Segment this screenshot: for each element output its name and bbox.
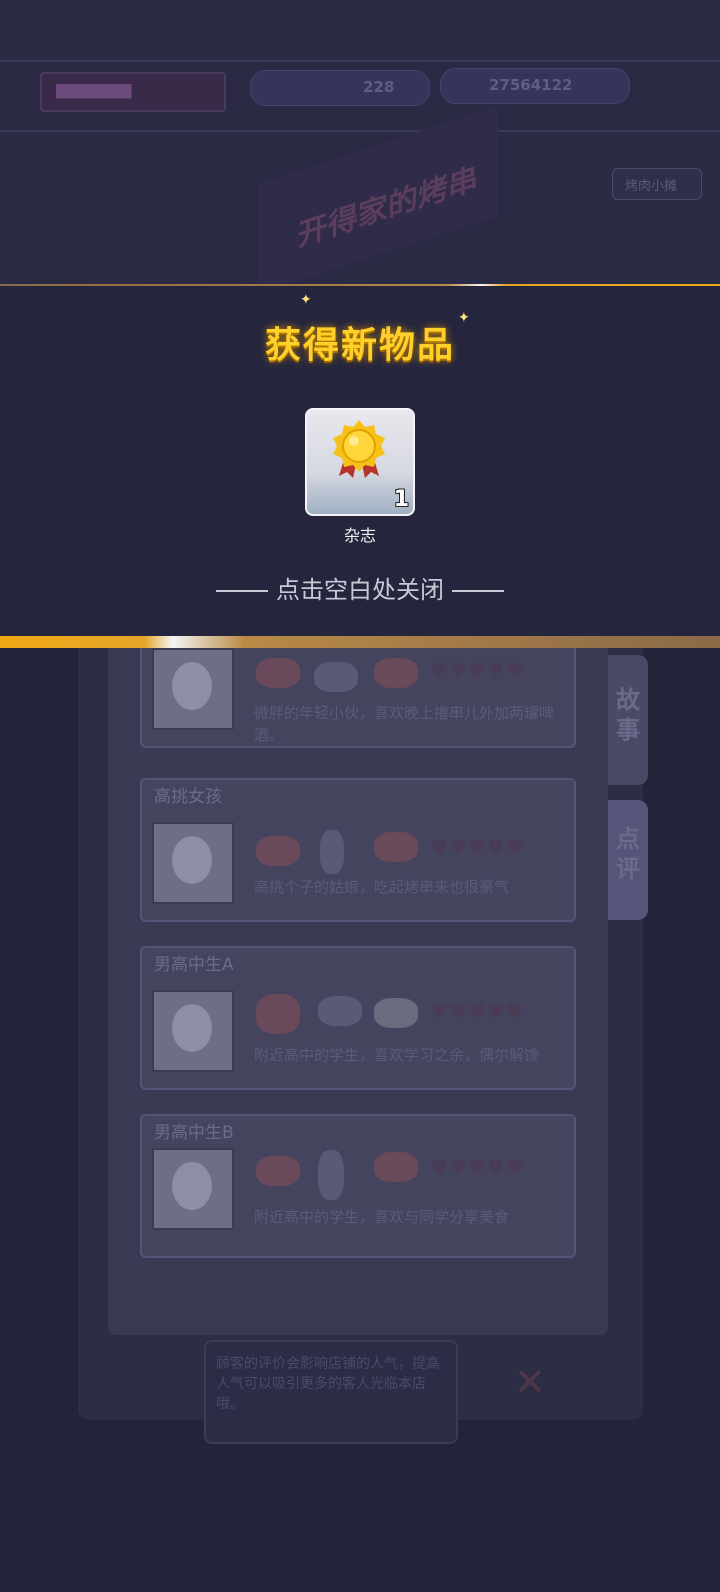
customer-description: 高挑个子的姑娘，吃起烤串来也很豪气	[254, 878, 510, 896]
reward-popup[interactable]: ✦ ✦ 获得新物品 1 杂志 点击空白处关闭	[0, 286, 720, 642]
customer-card[interactable]: 男高中生A ♥♥♥♥♥ 附近高中的学生，喜欢学习之余，偶尔解馋	[140, 946, 576, 1090]
food-icon	[374, 832, 418, 862]
reward-item-slot[interactable]: 1	[305, 408, 415, 516]
shop-name-badge: ▇▇▇▇▇▇▇	[40, 72, 226, 112]
avatar	[152, 1148, 234, 1230]
food-icon	[256, 658, 300, 688]
rating-hearts: ♥♥♥♥♥	[430, 658, 525, 682]
food-icon	[314, 662, 358, 692]
food-icon	[256, 994, 300, 1034]
food-icon	[320, 830, 344, 874]
sparkle-icon: ✦	[300, 292, 312, 308]
close-hint-text: 点击空白处关闭	[276, 576, 444, 604]
coin-counter[interactable]: 27564122	[440, 68, 630, 104]
gold-medal-icon	[333, 420, 385, 478]
rating-hearts: ♥♥♥♥♥	[430, 1000, 525, 1024]
popup-bottom-band	[0, 636, 720, 648]
avatar	[152, 648, 234, 730]
food-icon	[374, 658, 418, 688]
avatar	[152, 822, 234, 904]
close-icon[interactable]: ✕	[514, 1360, 546, 1404]
tab-review[interactable]: 点评	[608, 800, 648, 920]
divider	[452, 590, 504, 592]
tip-bubble: 顾客的评价会影响店铺的人气，提高人气可以吸引更多的客人光临本店哦。	[204, 1340, 458, 1444]
item-name: 杂志	[343, 526, 376, 545]
item-count: 1	[393, 487, 409, 512]
tab-story[interactable]: 故事	[608, 655, 648, 785]
customer-name: 男高中生B	[154, 1123, 234, 1143]
customer-description: 微胖的年轻小伙，喜欢晚上撸串儿外加两罐啤酒。	[254, 704, 555, 744]
customer-card[interactable]: 高挑女孩 ♥♥♥♥♥ 高挑个子的姑娘，吃起烤串来也很豪气	[140, 778, 576, 922]
customer-description: 附近高中的学生，喜欢学习之余，偶尔解馋	[254, 1046, 540, 1064]
customer-description: 附近高中的学生，喜欢与同学分享美食	[254, 1208, 510, 1226]
background-game-scene: ▇▇▇▇▇▇▇ 228 27564122 开得家的烤串 烤肉小摊 故事 点评 ♥…	[0, 0, 720, 1592]
popup-title: 获得新物品	[264, 325, 455, 366]
shop-sign: 开得家的烤串	[258, 106, 498, 294]
divider	[216, 590, 268, 592]
food-icon	[256, 836, 300, 866]
food-icon	[318, 996, 362, 1026]
currency-counter[interactable]: 228	[250, 70, 430, 106]
food-icon	[318, 1150, 344, 1200]
avatar	[152, 990, 234, 1072]
food-icon	[374, 998, 418, 1028]
side-tab[interactable]: 烤肉小摊	[612, 168, 702, 200]
food-icon	[374, 1152, 418, 1182]
close-hint[interactable]: 点击空白处关闭	[0, 570, 720, 605]
customer-card[interactable]: 男高中生B ♥♥♥♥♥ 附近高中的学生，喜欢与同学分享美食	[140, 1114, 576, 1258]
rating-hearts: ♥♥♥♥♥	[430, 836, 525, 860]
rating-hearts: ♥♥♥♥♥	[430, 1156, 525, 1180]
food-icon	[256, 1156, 300, 1186]
customer-name: 高挑女孩	[154, 787, 222, 807]
customer-name: 男高中生A	[154, 955, 234, 975]
street-scene: ▇▇▇▇▇▇▇ 228 27564122 开得家的烤串 烤肉小摊	[0, 0, 720, 294]
